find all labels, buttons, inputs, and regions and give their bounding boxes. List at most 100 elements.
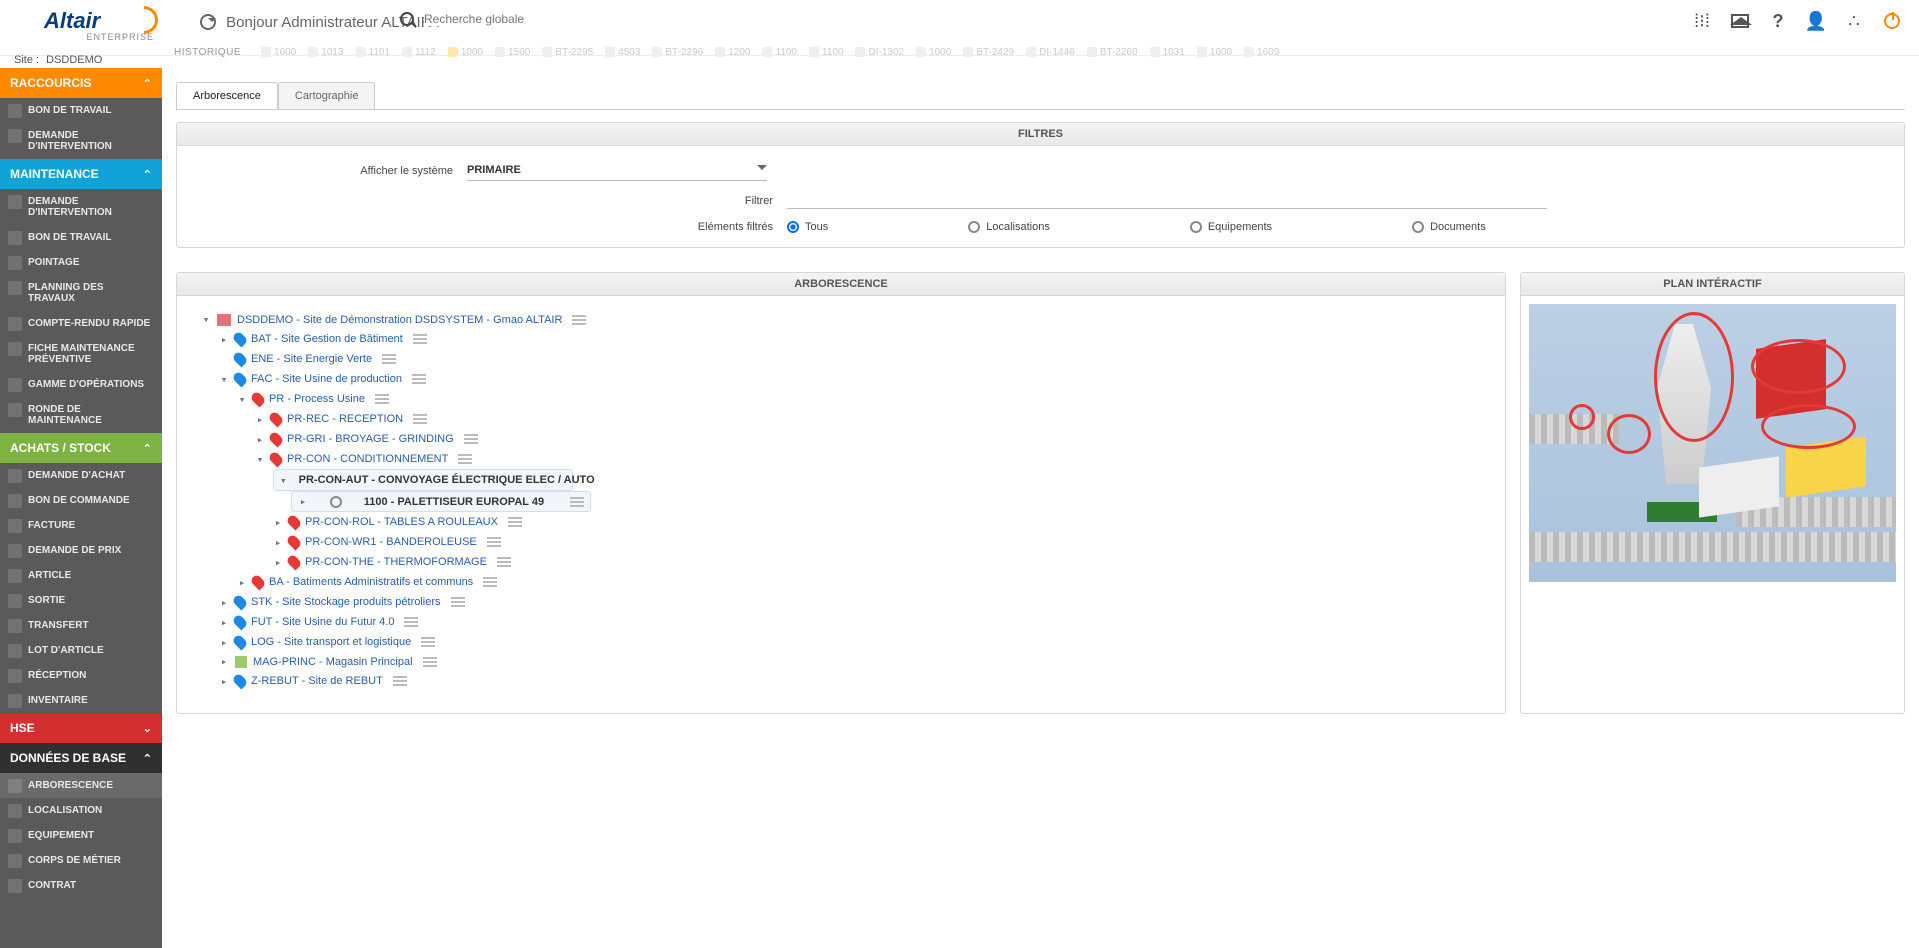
nav-item[interactable]: DEMANDE D'INTERVENTION — [0, 189, 162, 225]
tree-node[interactable]: ENE - Site Energie Verte — [219, 349, 1495, 369]
node-menu-icon[interactable] — [413, 414, 427, 424]
power-icon[interactable] — [1881, 10, 1903, 32]
history-chip[interactable]: BT-2260 — [1087, 47, 1138, 58]
filter-radio-tous[interactable]: Tous — [787, 221, 828, 233]
nav-item[interactable]: RONDE DE MAINTENANCE — [0, 397, 162, 433]
tree-node[interactable]: ▸LOG - Site transport et logistique — [219, 632, 1495, 652]
history-chip[interactable]: 1500 — [495, 47, 530, 58]
tree-twisty[interactable]: ▸ — [237, 576, 247, 589]
tree-node[interactable]: ▸PR-CON-ROL - TABLES A ROULEAUX — [273, 512, 1495, 532]
tree-twisty[interactable]: ▾ — [219, 373, 229, 386]
nav-item[interactable]: LOCALISATION — [0, 798, 162, 823]
node-menu-icon[interactable] — [382, 354, 396, 364]
nav-item[interactable]: BON DE TRAVAIL — [0, 225, 162, 250]
history-chip[interactable]: BT-2295 — [542, 47, 593, 58]
tree-node[interactable]: ▾PR-CON-AUT - CONVOYAGE ÉLECTRIQUE ELEC … — [273, 469, 573, 491]
history-chip[interactable]: 1609 — [1244, 47, 1279, 58]
filter-radio-documents[interactable]: Documents — [1412, 221, 1486, 233]
tree-node[interactable]: ▸Z-REBUT - Site de REBUT — [219, 671, 1495, 691]
tree-twisty[interactable]: ▸ — [298, 495, 308, 508]
history-chip[interactable]: 1112 — [402, 47, 436, 58]
tree-node[interactable]: ▾PR - Process Usine — [237, 389, 1495, 409]
tree-node[interactable]: ▸1100 - PALETTISEUR EUROPAL 49 — [291, 491, 591, 512]
node-menu-icon[interactable] — [508, 517, 522, 527]
node-menu-icon[interactable] — [413, 334, 427, 344]
tree-twisty[interactable]: ▸ — [219, 636, 229, 649]
nav-item[interactable]: CONTRAT — [0, 873, 162, 898]
node-menu-icon[interactable] — [570, 497, 584, 507]
tree-node[interactable]: ▸FUT - Site Usine du Futur 4.0 — [219, 612, 1495, 632]
history-chip[interactable]: 1200 — [715, 47, 750, 58]
tree-twisty[interactable]: ▸ — [219, 333, 229, 346]
node-menu-icon[interactable] — [497, 557, 511, 567]
nav-item[interactable]: FACTURE — [0, 513, 162, 538]
tree-root[interactable]: ▾DSDDEMO - Site de Démonstration DSDSYST… — [201, 310, 1495, 329]
tree-twisty[interactable]: ▸ — [219, 675, 229, 688]
nav-item[interactable]: LOT D'ARTICLE — [0, 638, 162, 663]
history-chip[interactable]: 1013 — [308, 47, 343, 58]
tree-node[interactable]: ▾FAC - Site Usine de production — [219, 369, 1495, 389]
history-chip[interactable]: 1000 — [1197, 47, 1232, 58]
nav-item[interactable]: BON DE TRAVAIL — [0, 98, 162, 123]
nav-item[interactable]: ARBORESCENCE — [0, 773, 162, 798]
nav-section-raccourcis[interactable]: RACCOURCIS⌃ — [0, 68, 162, 98]
nav-item[interactable]: DEMANDE DE PRIX — [0, 538, 162, 563]
nav-section-hse[interactable]: HSE⌄ — [0, 713, 162, 743]
tree-node[interactable]: ▸PR-REC - RECEPTION — [255, 409, 1495, 429]
tree-twisty[interactable]: ▸ — [219, 616, 229, 629]
nav-section-maintenance[interactable]: MAINTENANCE⌃ — [0, 159, 162, 189]
nav-item[interactable]: CORPS DE MÉTIER — [0, 848, 162, 873]
history-chip[interactable]: DI-1446 — [1026, 47, 1075, 58]
history-chip[interactable]: 4503 — [605, 47, 640, 58]
history-chip[interactable]: 1000 — [916, 47, 951, 58]
node-menu-icon[interactable] — [483, 577, 497, 587]
nav-item[interactable]: DEMANDE D'INTERVENTION — [0, 123, 162, 159]
node-menu-icon[interactable] — [421, 637, 435, 647]
tree-twisty[interactable]: ▸ — [219, 655, 229, 668]
nav-item[interactable]: DEMANDE D'ACHAT — [0, 463, 162, 488]
history-chip[interactable]: 1000 — [261, 47, 296, 58]
tree-twisty[interactable]: ▸ — [255, 433, 265, 446]
nav-section-donn-es-de-base[interactable]: DONNÉES DE BASE⌃ — [0, 743, 162, 773]
node-menu-icon[interactable] — [458, 454, 472, 464]
nav-item[interactable]: ARTICLE — [0, 563, 162, 588]
tree-node[interactable]: ▸STK - Site Stockage produits pétroliers — [219, 592, 1495, 612]
interactive-plan-image[interactable] — [1529, 304, 1896, 582]
tree-twisty[interactable]: ▸ — [273, 536, 283, 549]
history-chip[interactable]: 1100 — [762, 47, 797, 58]
nav-section-achats-stock[interactable]: ACHATS / STOCK⌃ — [0, 433, 162, 463]
node-menu-icon[interactable] — [423, 657, 437, 667]
tree-node[interactable]: ▸MAG-PRINC - Magasin Principal — [219, 652, 1495, 671]
filter-radio-equipements[interactable]: Equipements — [1190, 221, 1272, 233]
nav-item[interactable]: RÉCEPTION — [0, 663, 162, 688]
nav-item[interactable]: PLANNING DES TRAVAUX — [0, 275, 162, 311]
tree-twisty[interactable]: ▾ — [255, 453, 265, 466]
tree-node[interactable]: ▸BA - Batiments Administratifs et commun… — [237, 572, 1495, 592]
tree-twisty[interactable]: ▾ — [280, 474, 287, 487]
tab-cartographie[interactable]: Cartographie — [278, 82, 376, 109]
filter-radio-localisations[interactable]: Localisations — [968, 221, 1050, 233]
node-menu-icon[interactable] — [404, 617, 418, 627]
nav-item[interactable]: BON DE COMMANDE — [0, 488, 162, 513]
history-chip[interactable]: 1101 — [356, 47, 391, 58]
nav-item[interactable]: POINTAGE — [0, 250, 162, 275]
tree-node[interactable]: ▸PR-CON-WR1 - BANDEROLEUSE — [273, 532, 1495, 552]
node-menu-icon[interactable] — [375, 394, 389, 404]
system-select[interactable]: PRIMAIRE — [467, 160, 767, 181]
tree-twisty[interactable]: ▾ — [237, 393, 247, 406]
nav-item[interactable]: COMPTE-RENDU RAPIDE — [0, 311, 162, 336]
node-menu-icon[interactable] — [393, 676, 407, 686]
node-menu-icon[interactable] — [487, 537, 501, 547]
tree-node[interactable]: ▾PR-CON - CONDITIONNEMENT — [255, 449, 1495, 469]
nav-item[interactable]: INVENTAIRE — [0, 688, 162, 713]
nav-item[interactable]: EQUIPEMENT — [0, 823, 162, 848]
tree-node[interactable]: ▸BAT - Site Gestion de Bâtiment — [219, 329, 1495, 349]
help-icon[interactable]: ? — [1767, 10, 1789, 32]
history-chip[interactable]: 1000 — [448, 47, 483, 58]
tree-node[interactable]: ▸PR-GRI - BROYAGE - GRINDING — [255, 429, 1495, 449]
refresh-icon[interactable] — [200, 14, 216, 30]
home-icon[interactable] — [1729, 10, 1751, 32]
share-icon[interactable]: ∴ — [1843, 10, 1865, 32]
node-menu-icon[interactable] — [412, 374, 426, 384]
history-chip[interactable]: DI-1302 — [855, 47, 904, 58]
